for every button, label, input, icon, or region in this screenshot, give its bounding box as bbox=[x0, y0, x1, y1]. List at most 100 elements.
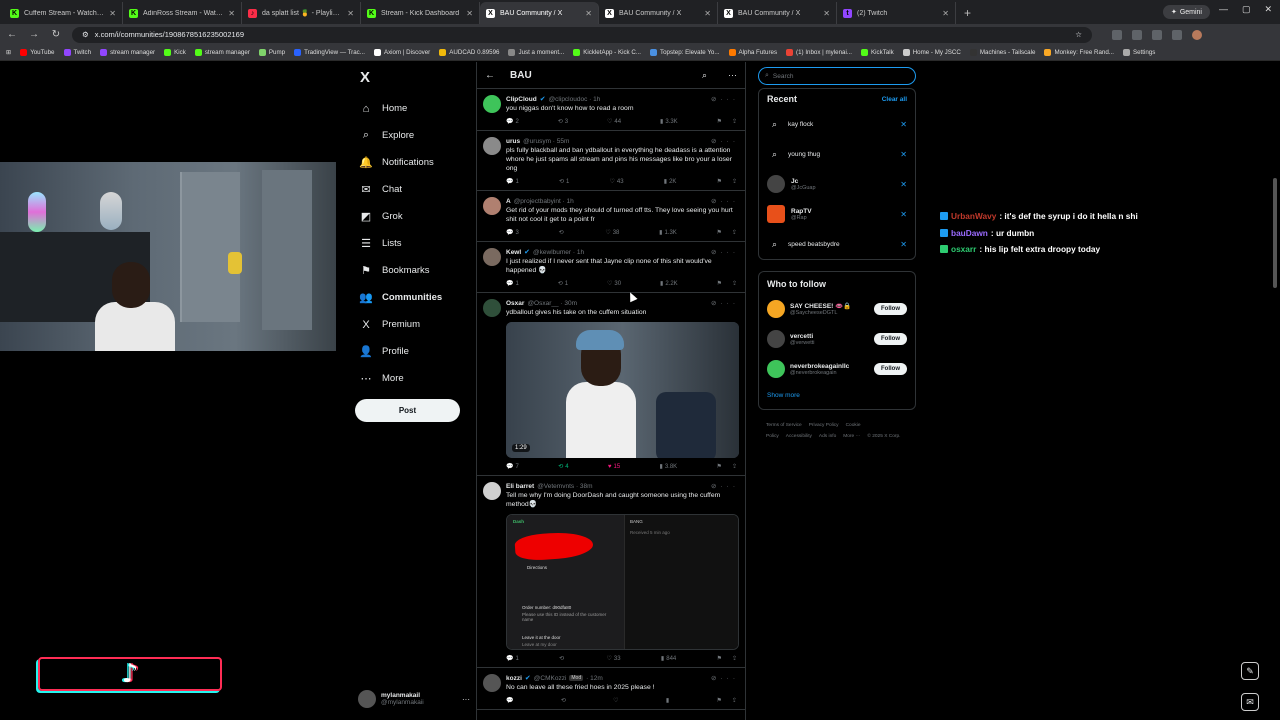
views-button[interactable]: ▮ 3.3K bbox=[660, 118, 678, 126]
site-info-icon[interactable]: ⚙ bbox=[82, 30, 89, 39]
compose-icon[interactable]: ✎ bbox=[1241, 662, 1259, 680]
avatar[interactable] bbox=[767, 330, 785, 348]
tweet-author-name[interactable]: A bbox=[506, 198, 511, 205]
close-window-icon[interactable]: ✕ bbox=[1264, 4, 1272, 15]
browser-tab[interactable]: ♪ da splatt list 🍍 - Playlist - Ap ✕ bbox=[242, 2, 361, 24]
recent-search-item[interactable]: ⌕ young thug ✕ bbox=[759, 139, 915, 169]
maximize-icon[interactable]: ▢ bbox=[1242, 4, 1251, 15]
more-icon[interactable]: ··· bbox=[462, 695, 470, 704]
like-button[interactable]: ♡ 43 bbox=[610, 178, 624, 186]
browser-tab[interactable]: X BAU Community / X ✕ bbox=[718, 2, 837, 24]
avatar[interactable] bbox=[767, 300, 785, 318]
tab-close-icon[interactable]: ✕ bbox=[347, 9, 354, 18]
bookmark-icon[interactable]: ⚑ bbox=[717, 463, 722, 470]
tweet-video[interactable]: 1:29 bbox=[506, 322, 739, 458]
views-button[interactable]: ▮ 844 bbox=[661, 655, 676, 663]
repost-button[interactable]: ⟲ 3 bbox=[558, 118, 568, 126]
tweet-handle-time[interactable]: @Osxar__ · 30m bbox=[527, 300, 577, 307]
reply-button[interactable]: 💬 1 bbox=[506, 178, 519, 186]
bookmark-item[interactable]: TradingView — Trac... bbox=[294, 49, 365, 56]
recent-search-item[interactable]: Jc @JcGuap ✕ bbox=[759, 169, 915, 199]
share-icon[interactable]: ⇪ bbox=[732, 697, 737, 704]
bookmark-item[interactable]: stream manager bbox=[100, 49, 155, 56]
post-button[interactable]: Post bbox=[355, 399, 460, 422]
tweet[interactable]: urus @urusym · 55m ⊘··· pls fully blackball… bbox=[477, 131, 745, 191]
nav-item-more[interactable]: ⋯ More bbox=[360, 365, 470, 392]
tweet-more-icon[interactable]: ⊘··· bbox=[711, 674, 739, 682]
reply-button[interactable]: 💬 2 bbox=[506, 118, 519, 126]
bookmark-icon[interactable]: ⚑ bbox=[717, 697, 722, 704]
extension-icon[interactable] bbox=[1132, 29, 1142, 40]
repost-button[interactable]: ⟲ bbox=[561, 697, 568, 704]
share-icon[interactable]: ⇪ bbox=[732, 655, 737, 662]
tab-close-icon[interactable]: ✕ bbox=[228, 9, 235, 18]
bookmark-item[interactable]: Just a moment... bbox=[508, 49, 564, 56]
x-logo[interactable]: X bbox=[360, 69, 370, 86]
repost-button[interactable]: ⟲ 1 bbox=[558, 280, 568, 288]
bookmark-icon[interactable]: ⚑ bbox=[717, 118, 722, 125]
tweet[interactable]: Eli barret @Vetemvnts · 38m ⊘··· Tell me wh… bbox=[477, 476, 745, 668]
reply-button[interactable]: 💬 bbox=[506, 697, 515, 704]
recent-search-item[interactable]: RapTV @Rap ✕ bbox=[759, 199, 915, 229]
tweet[interactable]: A @projectbabyint · 1h ⊘··· Get rid of your… bbox=[477, 191, 745, 242]
tweet-handle-time[interactable]: @clipcloudoc · 1h bbox=[549, 96, 601, 103]
avatar[interactable] bbox=[483, 674, 501, 692]
nav-item-lists[interactable]: ☰ Lists bbox=[360, 230, 470, 257]
search-input[interactable] bbox=[772, 72, 903, 80]
back-arrow-icon[interactable]: ← bbox=[485, 70, 495, 81]
views-button[interactable]: ▮ bbox=[666, 697, 671, 704]
recent-search-item[interactable]: ⌕ speed beatsbydre ✕ bbox=[759, 229, 915, 259]
bookmark-item[interactable]: Axiom | Discover bbox=[373, 49, 430, 56]
recent-search-item[interactable]: ⌕ kay flock ✕ bbox=[759, 109, 915, 139]
views-button[interactable]: ▮ 3.8K bbox=[660, 463, 678, 471]
bookmark-item[interactable]: Twitch bbox=[63, 49, 91, 56]
repost-button[interactable]: ⟲ bbox=[559, 655, 566, 662]
tab-close-icon[interactable]: ✕ bbox=[466, 9, 473, 18]
profile-avatar[interactable] bbox=[1192, 29, 1202, 40]
tweet[interactable]: ClipCloud ✔ @clipcloudoc · 1h ⊘··· you nigga… bbox=[477, 89, 745, 131]
url-bar[interactable]: ⚙ x.com/i/communities/190867851623500216… bbox=[72, 26, 1092, 43]
bookmark-item[interactable]: KickletApp - Kick C... bbox=[573, 49, 641, 56]
back-icon[interactable]: ← bbox=[6, 29, 18, 40]
bookmark-item[interactable]: YouTube bbox=[20, 49, 55, 56]
bookmark-icon[interactable]: ⚑ bbox=[717, 178, 722, 185]
gemini-button[interactable]: ✦ Gemini bbox=[1162, 5, 1210, 19]
nav-item-premium[interactable]: X Premium bbox=[360, 311, 470, 338]
extension-icon[interactable] bbox=[1112, 29, 1122, 40]
views-button[interactable]: ▮ 2.2K bbox=[660, 280, 678, 288]
reply-button[interactable]: 💬 1 bbox=[506, 280, 519, 288]
like-button[interactable]: ♥ 15 bbox=[608, 463, 620, 470]
tweet-author-name[interactable]: kozzi bbox=[506, 675, 522, 682]
follow-button[interactable]: Follow bbox=[874, 303, 907, 315]
avatar[interactable] bbox=[483, 482, 501, 500]
remove-icon[interactable]: ✕ bbox=[900, 180, 907, 189]
tweet[interactable]: Kewl ✔ @kewlbumer · 1h ⊘··· I just realized … bbox=[477, 242, 745, 293]
tweet-more-icon[interactable]: ⊘··· bbox=[711, 137, 739, 145]
remove-icon[interactable]: ✕ bbox=[900, 150, 907, 159]
extension-icon[interactable] bbox=[1172, 29, 1182, 40]
tweet-author-name[interactable]: Osxar bbox=[506, 300, 524, 307]
tab-close-icon[interactable]: ✕ bbox=[823, 9, 830, 18]
show-more-link[interactable]: Show more bbox=[759, 384, 915, 407]
nav-item-chat[interactable]: ✉ Chat bbox=[360, 176, 470, 203]
bookmark-star-icon[interactable]: ☆ bbox=[1075, 30, 1082, 39]
follow-suggestion[interactable]: SAY CHEESE! 👄🔒 @SaycheeseDGTL Follow bbox=[759, 294, 915, 324]
tweet-handle-time[interactable]: @kewlbumer · 1h bbox=[533, 249, 584, 256]
tab-close-icon[interactable]: ✕ bbox=[704, 9, 711, 18]
tweet-handle-time[interactable]: @CMKozzi bbox=[534, 675, 567, 682]
avatar[interactable] bbox=[767, 360, 785, 378]
minimize-icon[interactable]: — bbox=[1219, 4, 1228, 15]
remove-icon[interactable]: ✕ bbox=[900, 240, 907, 249]
follow-button[interactable]: Follow bbox=[874, 333, 907, 345]
tweet-more-icon[interactable]: ⊘··· bbox=[711, 248, 739, 256]
tweet-more-icon[interactable]: ⊘··· bbox=[711, 482, 739, 490]
follow-suggestion[interactable]: vercetti @verwetti Follow bbox=[759, 324, 915, 354]
tweet-image[interactable]: Dash Directions Order number: d90dfa80 Plea… bbox=[506, 514, 739, 650]
search-box[interactable]: ⌕ bbox=[758, 67, 916, 85]
tweet-handle-time[interactable]: @urusym · 55m bbox=[523, 138, 569, 145]
bookmark-icon[interactable]: ⚑ bbox=[717, 655, 722, 662]
more-icon[interactable]: ··· bbox=[728, 70, 737, 80]
reply-button[interactable]: 💬 3 bbox=[506, 229, 519, 237]
tweet-author-name[interactable]: ClipCloud bbox=[506, 96, 537, 103]
footer-link[interactable]: © 2025 X Corp. bbox=[867, 434, 900, 439]
